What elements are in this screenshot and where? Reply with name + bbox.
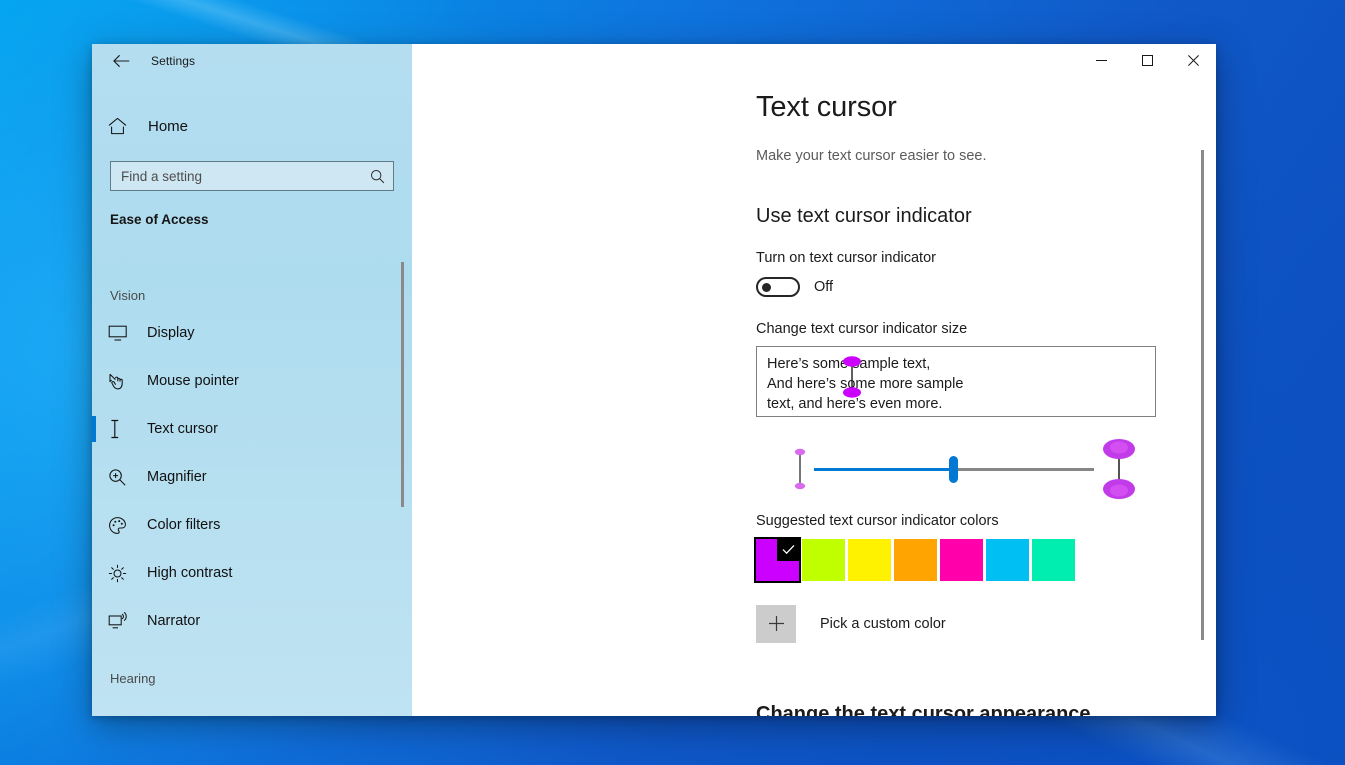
nav-group-label-vision: Vision — [110, 288, 146, 303]
brightness-icon — [108, 564, 138, 583]
sidebar-item-label: Narrator — [147, 613, 201, 629]
text-cursor-indicator-toggle-row[interactable]: Off — [756, 276, 1216, 297]
search-input[interactable] — [121, 168, 370, 184]
settings-sidebar: Settings Home Ease of Access — [92, 44, 412, 716]
toggle-label: Turn on text cursor indicator — [756, 249, 936, 266]
sidebar-item-high-contrast[interactable]: High contrast — [92, 549, 412, 597]
search-box[interactable] — [110, 161, 394, 191]
color-swatch-row — [754, 536, 1216, 583]
sidebar-item-label: Color filters — [147, 517, 221, 533]
sample-text-preview: Here’s some sample text, And here’s some… — [756, 345, 1156, 417]
size-slider-row[interactable] — [756, 435, 1156, 503]
sidebar-item-label: Magnifier — [147, 469, 207, 485]
home-icon — [108, 117, 138, 135]
content-scrollbar[interactable] — [1198, 144, 1208, 696]
content-scrollbar-thumb[interactable] — [1201, 150, 1204, 640]
section-heading-use-indicator: Use text cursor indicator — [756, 204, 972, 227]
pick-custom-color-label: Pick a custom color — [820, 615, 946, 632]
magnifier-icon — [108, 468, 138, 487]
sidebar-nav-scroll: Vision Display Mouse pointer Text cursor… — [92, 270, 412, 716]
page-subtitle: Make your text cursor easier to see. — [756, 147, 987, 164]
size-preview-large-icon — [1103, 438, 1135, 499]
sidebar-item-color-filters[interactable]: Color filters — [92, 501, 412, 549]
toggle-state-label: Off — [814, 278, 834, 295]
mouse-pointer-icon — [108, 372, 138, 391]
sample-text-line: And here’s some more sample — [767, 375, 964, 392]
size-label: Change text cursor indicator size — [756, 320, 968, 337]
sidebar-item-narrator[interactable]: Narrator — [92, 597, 412, 645]
settings-content: Text cursor Make your text cursor easier… — [412, 44, 1216, 716]
color-swatch-yellow[interactable] — [848, 538, 891, 581]
pick-custom-color-row[interactable]: Pick a custom color — [756, 604, 1216, 643]
text-cursor-icon — [108, 419, 138, 439]
suggested-colors-label: Suggested text cursor indicator colors — [756, 512, 999, 529]
sidebar-item-label: Text cursor — [147, 421, 218, 437]
palette-icon — [108, 516, 138, 535]
page-title: Text cursor — [756, 91, 897, 123]
color-swatch-lime[interactable] — [802, 538, 845, 581]
checkmark-icon — [777, 538, 799, 561]
sample-text-line: Here’s some sample text, — [767, 355, 931, 372]
slider-thumb[interactable] — [949, 455, 958, 483]
size-preview-small-icon — [794, 448, 806, 490]
sidebar-item-label: High contrast — [147, 565, 233, 581]
plus-icon[interactable] — [756, 604, 796, 643]
color-swatch-spring[interactable] — [1032, 538, 1075, 581]
color-swatch-magenta[interactable] — [754, 536, 801, 583]
window-titlebar-left: Settings — [92, 44, 412, 78]
slider-track-fill — [814, 467, 954, 471]
sample-text-line: text, and here’s even more. — [767, 395, 943, 412]
section-heading-appearance: Change the text cursor appearance — [756, 702, 1091, 716]
selection-indicator — [92, 416, 96, 442]
monitor-icon — [108, 324, 138, 342]
sidebar-item-text-cursor[interactable]: Text cursor — [92, 405, 412, 453]
back-button[interactable] — [103, 46, 139, 76]
toggle-knob — [762, 282, 771, 292]
sidebar-item-display[interactable]: Display — [92, 309, 412, 357]
color-swatch-pink[interactable] — [940, 538, 983, 581]
sidebar-item-label: Display — [147, 325, 195, 341]
nav-group-label-hearing: Hearing — [110, 671, 156, 686]
app-title: Settings — [151, 54, 196, 68]
sidebar-item-mouse-pointer[interactable]: Mouse pointer — [92, 357, 412, 405]
sidebar-scrollbar[interactable] — [398, 262, 408, 706]
search-icon[interactable] — [370, 169, 385, 184]
sidebar-category-title: Ease of Access — [110, 212, 209, 227]
search-container — [92, 161, 412, 191]
sidebar-item-label: Home — [148, 117, 189, 135]
sidebar-scrollbar-thumb[interactable] — [401, 262, 404, 507]
color-swatch-orange[interactable] — [894, 538, 937, 581]
settings-content-pane: Text cursor Make your text cursor easier… — [412, 44, 1216, 716]
sidebar-item-label: Mouse pointer — [147, 373, 239, 389]
settings-window: Settings Home Ease of Access — [92, 44, 1216, 716]
text-cursor-indicator-toggle[interactable] — [756, 276, 800, 297]
narrator-icon — [108, 611, 138, 631]
sidebar-item-home[interactable]: Home — [92, 108, 412, 144]
sidebar-item-magnifier[interactable]: Magnifier — [92, 453, 412, 501]
color-swatch-cyan[interactable] — [986, 538, 1029, 581]
